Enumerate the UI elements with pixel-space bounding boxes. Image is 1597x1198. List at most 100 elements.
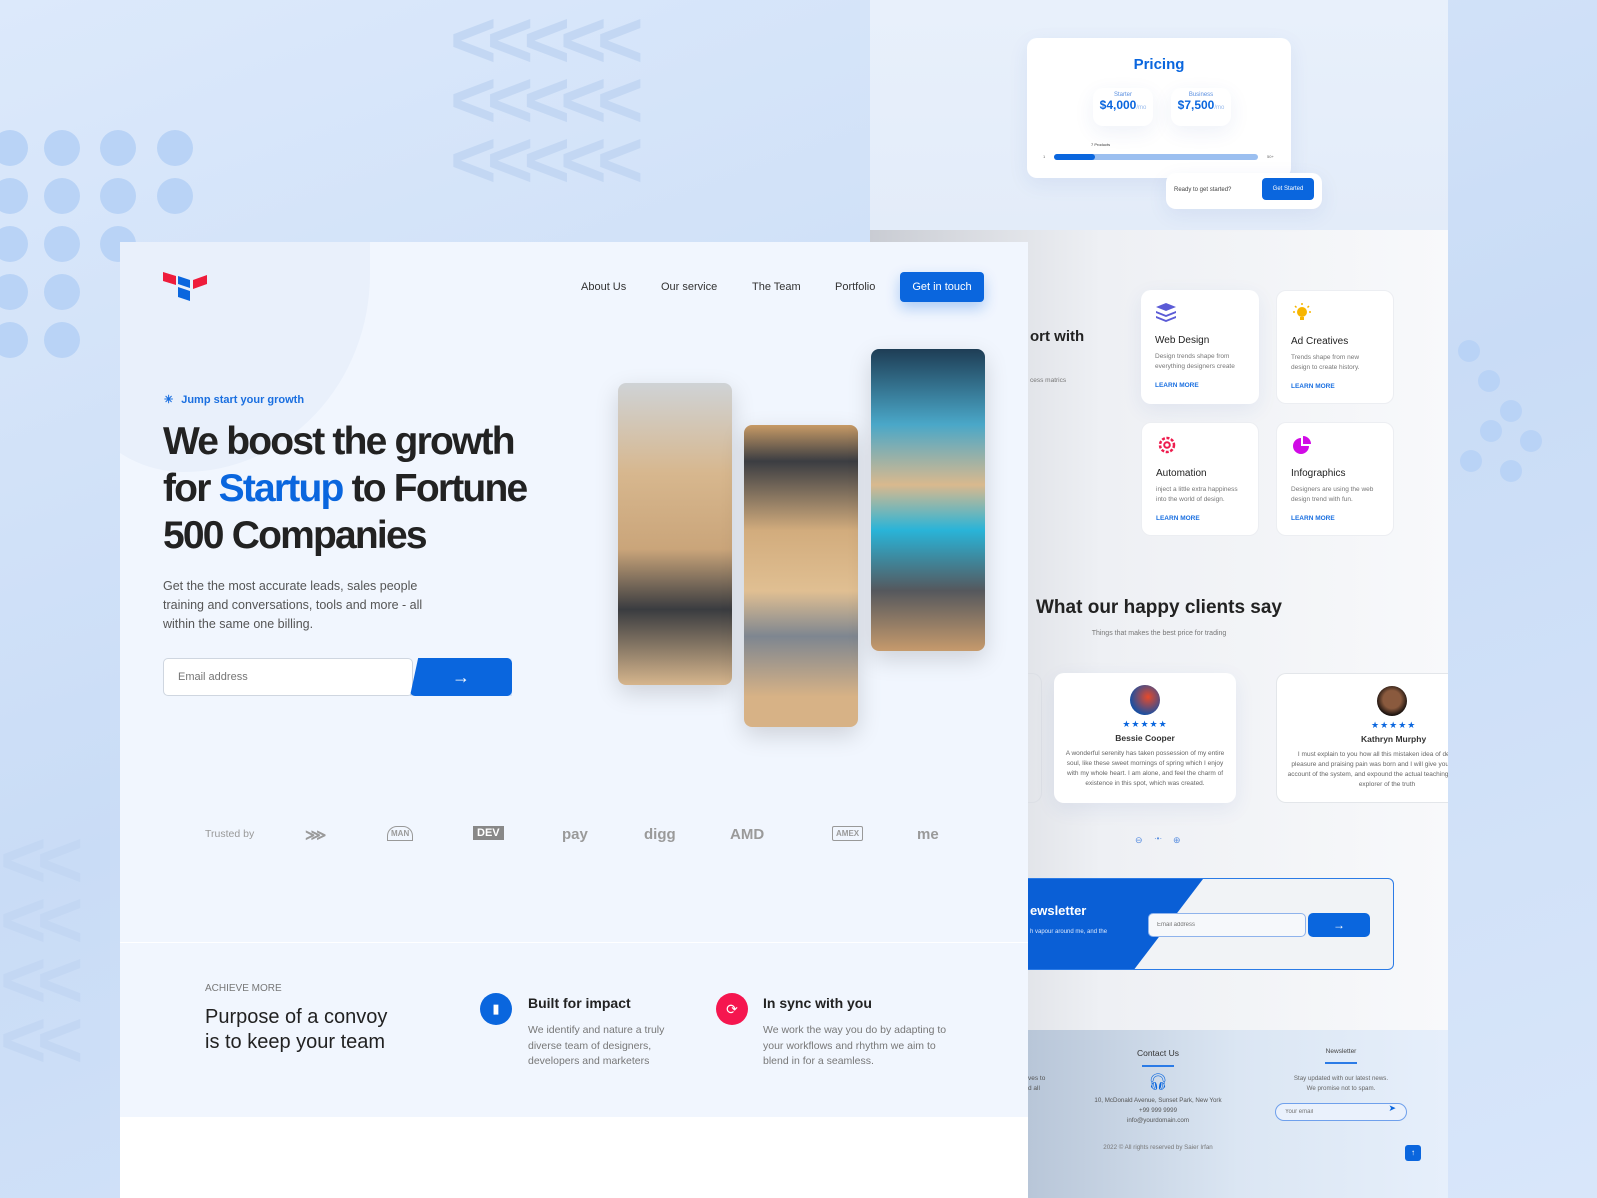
carousel-prev-button[interactable]: ⊖ (1135, 835, 1143, 846)
nav-the-team[interactable]: The Team (752, 281, 801, 293)
carousel-dots[interactable]: ·•· (1154, 834, 1162, 843)
services-subtitle: cess matrics (1030, 377, 1067, 384)
send-icon[interactable]: ➤ (1388, 1103, 1396, 1114)
cta-text: Ready to get started? (1174, 187, 1232, 193)
decorative-chevrons: << << << << (0, 815, 83, 1084)
learn-more-link[interactable]: LEARN MORE (1156, 515, 1244, 522)
learn-more-link[interactable]: LEARN MORE (1291, 515, 1379, 522)
copyright: 2022 © All rights reserved by Saier Irfa… (1103, 1144, 1213, 1151)
nav-portfolio[interactable]: Portfolio (835, 281, 875, 293)
team-photo (871, 349, 985, 651)
plan-starter[interactable]: Starter $4,000/mo (1093, 88, 1153, 126)
service-desc: inject a little extra happiness into the… (1156, 486, 1238, 503)
footer-partial-text: ves to (1028, 1075, 1046, 1082)
gear-icon (1158, 436, 1176, 454)
service-card-ad-creatives[interactable]: Ad Creatives Trends shape from new desig… (1276, 290, 1394, 404)
plan-unit: /mo (1214, 105, 1225, 111)
hero-eyebrow: Jump start your growth (181, 394, 305, 406)
testimonials-title: What our happy clients say (1036, 597, 1282, 618)
newsletter-title: ewsletter (1030, 903, 1087, 918)
service-desc: Trends shape from new design to create h… (1291, 354, 1360, 371)
newsletter-band: ewsletter h vapour around me, and the → (1028, 878, 1394, 970)
contact-phone: +99 999 9999 (1138, 1107, 1178, 1114)
hero-title-part: to Fortune (342, 467, 529, 510)
trusted-logo: digg (644, 826, 676, 843)
feature-title: Built for impact (528, 995, 631, 1011)
service-card-infographics[interactable]: Infographics Designers are using the web… (1276, 422, 1394, 536)
trusted-logo: me (917, 826, 939, 843)
hero-title-part: for (163, 467, 219, 510)
service-card-automation[interactable]: Automation inject a little extra happine… (1141, 422, 1259, 536)
team-photo (744, 425, 858, 727)
plan-price: $7,500 (1177, 98, 1215, 112)
hero-title: We boost the growth for Startup to Fortu… (163, 418, 529, 559)
newsletter-subtitle: h vapour around me, and the (1030, 929, 1108, 935)
hero-title-highlight: Startup (218, 467, 345, 510)
newsletter-email-input[interactable] (1148, 913, 1306, 937)
get-in-touch-button[interactable]: Get in touch (900, 272, 984, 302)
achieve-title: Purpose of a convoy is to keep your team (205, 1006, 388, 1053)
slider-max: 50+ (1267, 154, 1274, 159)
sync-icon: ⟳ (716, 993, 748, 1025)
service-desc: Designers are using the web design trend… (1291, 486, 1374, 503)
newsletter-text: We promise not to spam. (1306, 1085, 1376, 1092)
testimonial-text: A wonderful serenity has taken possessio… (1065, 750, 1225, 787)
plan-unit: /mo (1136, 105, 1147, 111)
trusted-logo: AMD (730, 826, 765, 843)
contact-email[interactable]: info@yourdomain.com (1088, 1116, 1228, 1126)
trusted-logo: pay (562, 826, 588, 843)
trusted-logo: MAN (387, 826, 414, 841)
star-rating: ★★★★★ (1371, 720, 1417, 730)
footer-newsletter-title: Newsletter (1325, 1048, 1357, 1055)
get-started-button[interactable]: Get Started (1262, 178, 1314, 200)
hero-title-line: We boost the growth (163, 420, 516, 463)
newsletter-submit-button[interactable]: → (1308, 913, 1370, 937)
nav-our-service[interactable]: Our service (661, 281, 717, 293)
footer-partial-text: d all (1028, 1085, 1040, 1092)
service-title: Web Design (1155, 335, 1210, 346)
slider-min: 1 (1043, 154, 1046, 159)
testimonial-name: Kathryn Murphy (1361, 734, 1427, 744)
team-photo (618, 383, 732, 685)
footer-email-input[interactable] (1275, 1103, 1407, 1121)
avatar (1130, 685, 1160, 715)
contact-title: Contact Us (1136, 1048, 1180, 1058)
service-desc: Design trends shape from everything desi… (1155, 353, 1235, 370)
feature-title: In sync with you (763, 995, 872, 1011)
trusted-by-label: Trusted by (205, 828, 255, 840)
hero-title-line: 500 Companies (163, 514, 428, 557)
layers-icon (1156, 303, 1176, 322)
service-title: Ad Creatives (1291, 336, 1349, 347)
slider-label: 7 Products (1091, 142, 1111, 147)
products-slider[interactable] (1054, 154, 1258, 160)
nav-about-us[interactable]: About Us (581, 281, 626, 293)
services-heading: ort with (1030, 328, 1085, 345)
learn-more-link[interactable]: LEARN MORE (1291, 383, 1379, 390)
service-title: Automation (1156, 468, 1207, 479)
cta-card: Ready to get started? Get Started (1166, 173, 1322, 209)
service-title: Infographics (1291, 468, 1346, 479)
plan-business[interactable]: Business $7,500/mo (1171, 88, 1231, 126)
achieve-section: ACHIEVE MORE Purpose of a convoy is to k… (120, 943, 1028, 1117)
pricing-card: Pricing Starter $4,000/mo Business $7,50… (1027, 38, 1291, 178)
scroll-top-button[interactable]: ↑ (1405, 1145, 1421, 1161)
pie-chart-icon (1293, 436, 1311, 454)
sparkle-icon: ✳ (164, 394, 174, 406)
learn-more-link[interactable]: LEARN MORE (1155, 382, 1245, 389)
slider-fill (1054, 154, 1095, 160)
haskell-logo-glyph: ⋙ (305, 827, 327, 844)
footer: ves to d all Contact Us 🎧︎ 10, McDonald A… (1028, 1030, 1448, 1198)
contact-address: 10, McDonald Avenue, Sunset Park, New Yo… (1094, 1097, 1222, 1104)
carousel-next-button[interactable]: ⊕ (1173, 835, 1181, 846)
service-card-web-design[interactable]: Web Design Design trends shape from ever… (1141, 290, 1259, 404)
testimonial-card: ★★★★★ Kathryn Murphy I must explain to y… (1276, 673, 1448, 803)
achieve-eyebrow: ACHIEVE MORE (205, 983, 282, 994)
testimonial-card: ★★★★★ Bessie Cooper A wonderful serenity… (1054, 673, 1236, 803)
brand-logo (163, 272, 207, 301)
hero-email-input[interactable] (163, 658, 413, 696)
front-page: About Us Our service The Team Portfolio … (120, 242, 1028, 1198)
headset-icon: 🎧︎ (1147, 1074, 1169, 1091)
hero-submit-button[interactable]: → (410, 658, 512, 696)
feature-desc: We identify and nature a truly diverse t… (528, 1024, 665, 1067)
trusted-logo: AMEX (832, 826, 864, 841)
